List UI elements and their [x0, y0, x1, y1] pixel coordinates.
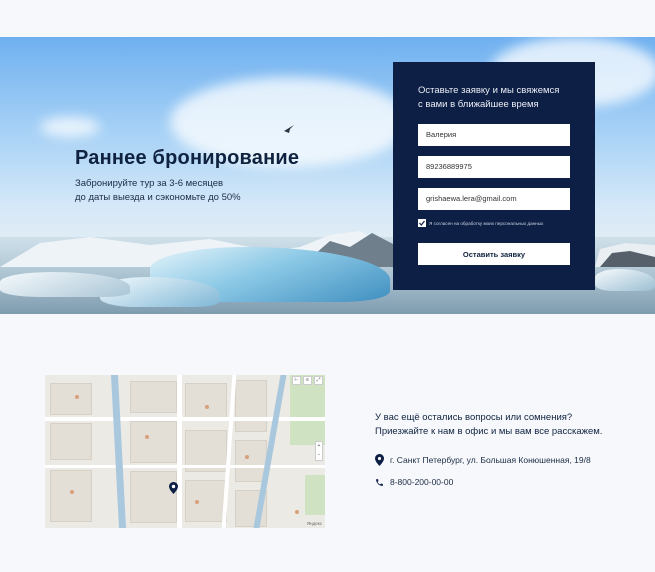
submit-button[interactable]: Оставить заявку	[418, 243, 570, 265]
map-street	[45, 465, 325, 468]
checkmark-icon	[419, 220, 425, 226]
map-canal	[110, 375, 127, 528]
map-park	[290, 375, 325, 445]
map-poi	[245, 455, 249, 459]
contact-invitation: Приезжайте к нам в офис и мы вам все рас…	[375, 426, 603, 437]
map-layers-icon[interactable]: ≡	[303, 376, 312, 385]
map-block	[130, 421, 177, 463]
map-street	[177, 375, 182, 528]
name-field[interactable]	[418, 124, 570, 146]
hero-subtitle-line: до даты выезда и сэкономьте до 50%	[75, 192, 241, 203]
map-block	[50, 383, 92, 415]
map-poi	[75, 395, 79, 399]
office-phone[interactable]: 8-800-200-00-00	[390, 477, 453, 487]
map-park	[305, 475, 325, 515]
map-poi	[195, 500, 199, 504]
office-address: г. Санкт Петербург, ул. Большая Конюшенн…	[390, 455, 591, 465]
map-street	[45, 417, 325, 421]
contact-question: У вас ещё остались вопросы или сомнения?	[375, 412, 573, 423]
map-toolbar: ⊢ ≡ ⤢	[292, 376, 323, 385]
phone-row: 8-800-200-00-00	[375, 477, 453, 487]
map-block	[185, 480, 227, 522]
hero-subtitle-line: Забронируйте тур за 3-6 месяцев	[75, 178, 224, 189]
form-heading-line: Оставьте заявку и мы свяжемся	[418, 85, 560, 96]
phone-icon	[376, 478, 383, 486]
map-zoom-control[interactable]: + −	[315, 441, 323, 461]
map-ruler-icon[interactable]: ⊢	[292, 376, 301, 385]
address-row: г. Санкт Петербург, ул. Большая Конюшенн…	[375, 454, 591, 466]
email-field[interactable]	[418, 188, 570, 210]
map-poi	[145, 435, 149, 439]
form-heading: Оставьте заявку и мы свяжемся с вами в б…	[418, 84, 583, 112]
map-logo: Яндекс	[306, 521, 322, 526]
bird-icon	[284, 125, 294, 133]
form-heading-line: с вами в ближайшее время	[418, 99, 539, 110]
location-pin-icon	[375, 454, 384, 466]
map-marker-icon[interactable]	[169, 482, 178, 494]
hero-title: Раннее бронирование	[75, 147, 300, 169]
consent-row: Я согласен на обработку моих персональны…	[418, 219, 543, 227]
hero-cloud	[40, 117, 100, 137]
map-fullscreen-icon[interactable]: ⤢	[314, 376, 323, 385]
map-block	[130, 471, 177, 523]
consent-label: Я согласен на обработку моих персональны…	[429, 220, 544, 226]
map-poi	[295, 510, 299, 514]
map-poi	[205, 405, 209, 409]
map-block	[50, 423, 92, 460]
consent-checkbox[interactable]	[418, 219, 426, 227]
map-block	[235, 380, 267, 432]
phone-field[interactable]	[418, 156, 570, 178]
map-block	[130, 381, 177, 413]
contact-info: У вас ещё остались вопросы или сомнения?…	[375, 411, 603, 487]
callback-form: Оставьте заявку и мы свяжемся с вами в б…	[393, 62, 595, 290]
map-block	[185, 383, 227, 420]
map-block	[50, 470, 92, 522]
office-map[interactable]: ⊢ ≡ ⤢ + − Яндекс	[45, 375, 325, 528]
map-poi	[70, 490, 74, 494]
hero-subtitle: Забронируйте тур за 3-6 месяцев до даты …	[75, 177, 241, 205]
